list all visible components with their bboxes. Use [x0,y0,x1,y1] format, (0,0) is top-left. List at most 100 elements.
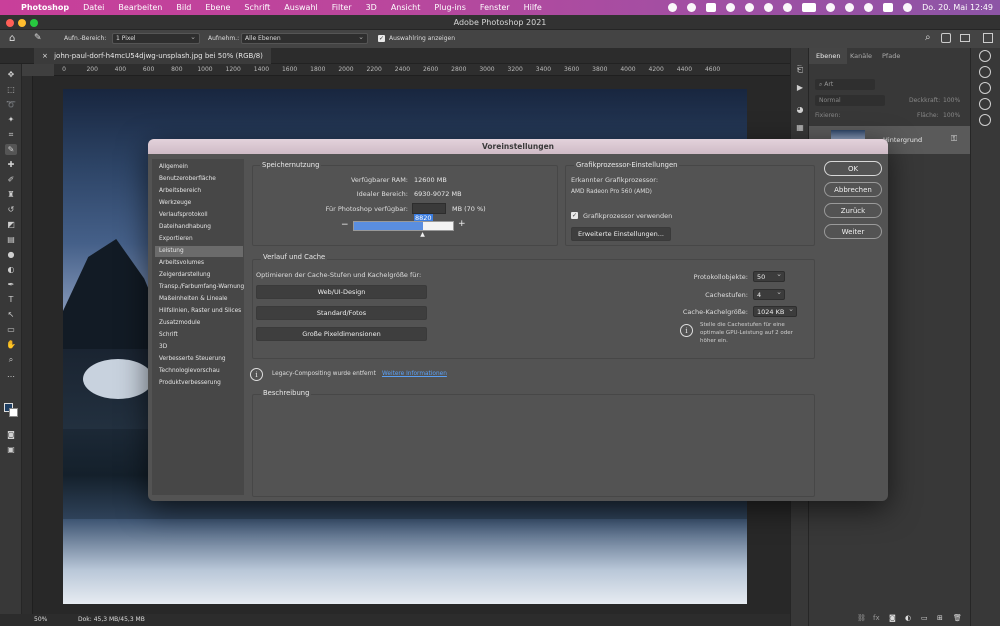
advanced-settings-button[interactable]: Erweiterte Einstellungen... [571,227,671,241]
properties-icon[interactable] [979,98,991,110]
history-panel-icon[interactable]: ⎗ [794,64,806,75]
nav-item-3d[interactable]: 3D [155,342,243,353]
link-layers-icon[interactable]: ⛓ [857,614,866,622]
share-icon[interactable] [983,33,993,43]
dodge-tool-icon[interactable]: ◐ [5,264,17,275]
brush-settings-icon[interactable] [979,114,991,126]
eyedropper-tool-icon[interactable]: ✎ [5,144,17,155]
history-brush-tool-icon[interactable]: ↺ [5,204,17,215]
increase-ram-button[interactable]: + [458,219,466,229]
cloud-icon[interactable] [687,3,697,12]
close-tab-icon[interactable]: × [42,52,48,60]
cache-levels-select[interactable]: 4 [753,288,785,300]
ok-button[interactable]: OK [824,161,882,176]
menu-datei[interactable]: Datei [76,3,111,12]
nav-item-hilfslinien[interactable]: Hilfslinien, Raster und Slices [155,306,243,317]
battery-icon[interactable] [802,3,817,12]
pen-tool-icon[interactable]: ✒ [5,279,17,290]
more-tools-icon[interactable]: … [5,369,17,380]
quick-select-tool-icon[interactable]: ✦ [5,114,17,125]
type-tool-icon[interactable]: T [5,294,17,305]
color-panel-icon[interactable]: ◕ [794,104,806,115]
wifi-icon[interactable] [845,3,855,12]
nav-item-dateihandhabung[interactable]: Dateihandhabung [155,222,243,233]
workspace-icon[interactable] [941,33,951,43]
spotlight-icon[interactable] [864,3,874,12]
screen-mode-icon[interactable]: ▣ [5,444,17,455]
home-icon[interactable]: ⌂ [9,33,15,44]
healing-brush-tool-icon[interactable]: ✚ [5,159,17,170]
fill-value[interactable]: 100% [943,112,960,119]
sample-size-select[interactable]: 1 Pixel [112,33,200,44]
menu-ebene[interactable]: Ebene [198,3,237,12]
clock[interactable]: Do. 20. Mai 12:49 [922,3,993,12]
arrange-icon[interactable] [960,34,970,42]
blend-mode-select[interactable]: Normal [815,95,885,106]
opacity-value[interactable]: 100% [943,97,960,104]
nav-item-arbeitsbereich[interactable]: Arbeitsbereich [155,186,243,197]
cache-tile-size-select[interactable]: 1024 KB [753,305,797,317]
info-status-icon[interactable] [764,3,774,12]
siri-icon[interactable] [903,3,913,12]
document-tab[interactable]: × john-paul-dorf-h4mcU54djwg-unsplash.jp… [34,48,271,64]
quick-mask-icon[interactable]: ◙ [5,429,17,440]
nav-item-exportieren[interactable]: Exportieren [155,234,243,245]
tab-ebenen[interactable]: Ebenen [816,52,840,60]
nav-item-benutzeroberflaeche[interactable]: Benutzeroberfläche [155,174,243,185]
standard-photos-button[interactable]: Standard/Fotos [256,306,427,320]
nav-item-technologievorschau[interactable]: Technologievorschau [155,366,243,377]
nav-item-produktverbesserung[interactable]: Produktverbesserung [155,378,243,389]
hand-tool-icon[interactable]: ✋ [5,339,17,350]
tab-kanaele[interactable]: Kanäle [850,52,872,60]
menu-fenster[interactable]: Fenster [473,3,517,12]
sync-icon[interactable] [726,3,736,12]
minimize-window-icon[interactable] [18,19,26,27]
document-info[interactable]: Dok: 45,3 MB/45,3 MB [78,616,145,623]
brush-tool-icon[interactable]: ✐ [5,174,17,185]
nav-item-transparenz[interactable]: Transp./Farbumfang-Warnung [155,282,244,293]
new-layer-icon[interactable]: ⊞ [937,614,943,622]
adjustments-icon[interactable] [979,82,991,94]
nav-item-masseinheiten[interactable]: Maßeinheiten & Lineale [155,294,243,305]
control-center-icon[interactable] [883,3,894,12]
trash-icon[interactable]: 🗑 [953,614,962,622]
menu-ansicht[interactable]: Ansicht [384,3,428,12]
menu-filter[interactable]: Filter [325,3,359,12]
libraries-icon[interactable] [979,66,991,78]
back-button[interactable]: Zurück [824,203,882,218]
ram-slider-thumb[interactable]: ▲ [420,231,425,238]
tag-icon[interactable] [783,3,793,12]
next-button[interactable]: Weiter [824,224,882,239]
fx-icon[interactable]: fx [873,614,880,622]
menu-bild[interactable]: Bild [169,3,198,12]
blur-tool-icon[interactable]: ● [5,249,17,260]
marquee-tool-icon[interactable]: ⬚ [5,84,17,95]
group-icon[interactable]: ▭ [921,614,928,622]
menu-3d[interactable]: 3D [359,3,384,12]
eyedropper-preset-icon[interactable]: ✎ [34,33,42,43]
actions-panel-icon[interactable]: ▶ [794,82,806,93]
menu-plugins[interactable]: Plug-ins [427,3,473,12]
layer-filter-select[interactable]: ⌕ Art [815,79,875,90]
large-pixel-dimensions-button[interactable]: Große Pixeldimensionen [256,327,427,341]
nav-item-schrift[interactable]: Schrift [155,330,243,341]
gradient-tool-icon[interactable]: ▤ [5,234,17,245]
path-select-tool-icon[interactable]: ↖ [5,309,17,320]
tab-pfade[interactable]: Pfade [882,52,900,60]
menu-schrift[interactable]: Schrift [237,3,277,12]
zoom-level[interactable]: 50% [34,616,47,623]
menu-auswahl[interactable]: Auswahl [277,3,324,12]
rectangle-tool-icon[interactable]: ▭ [5,324,17,335]
decrease-ram-button[interactable]: − [341,220,349,230]
lasso-tool-icon[interactable]: ➰ [5,99,17,110]
dash-icon[interactable] [706,3,717,12]
nav-item-leistung[interactable]: Leistung [155,246,243,257]
bluetooth-icon[interactable] [826,3,836,12]
status-app-icon[interactable] [668,3,678,12]
use-gpu-checkbox[interactable]: ✓ [571,212,578,219]
crop-tool-icon[interactable]: ⌗ [5,129,17,140]
more-info-link[interactable]: Weitere Informationen [382,371,447,377]
nav-item-arbeitsvolumes[interactable]: Arbeitsvolumes [155,258,243,269]
nav-item-verlaufsprotokoll[interactable]: Verlaufsprotokoll [155,210,243,221]
background-color-swatch[interactable] [9,408,18,417]
